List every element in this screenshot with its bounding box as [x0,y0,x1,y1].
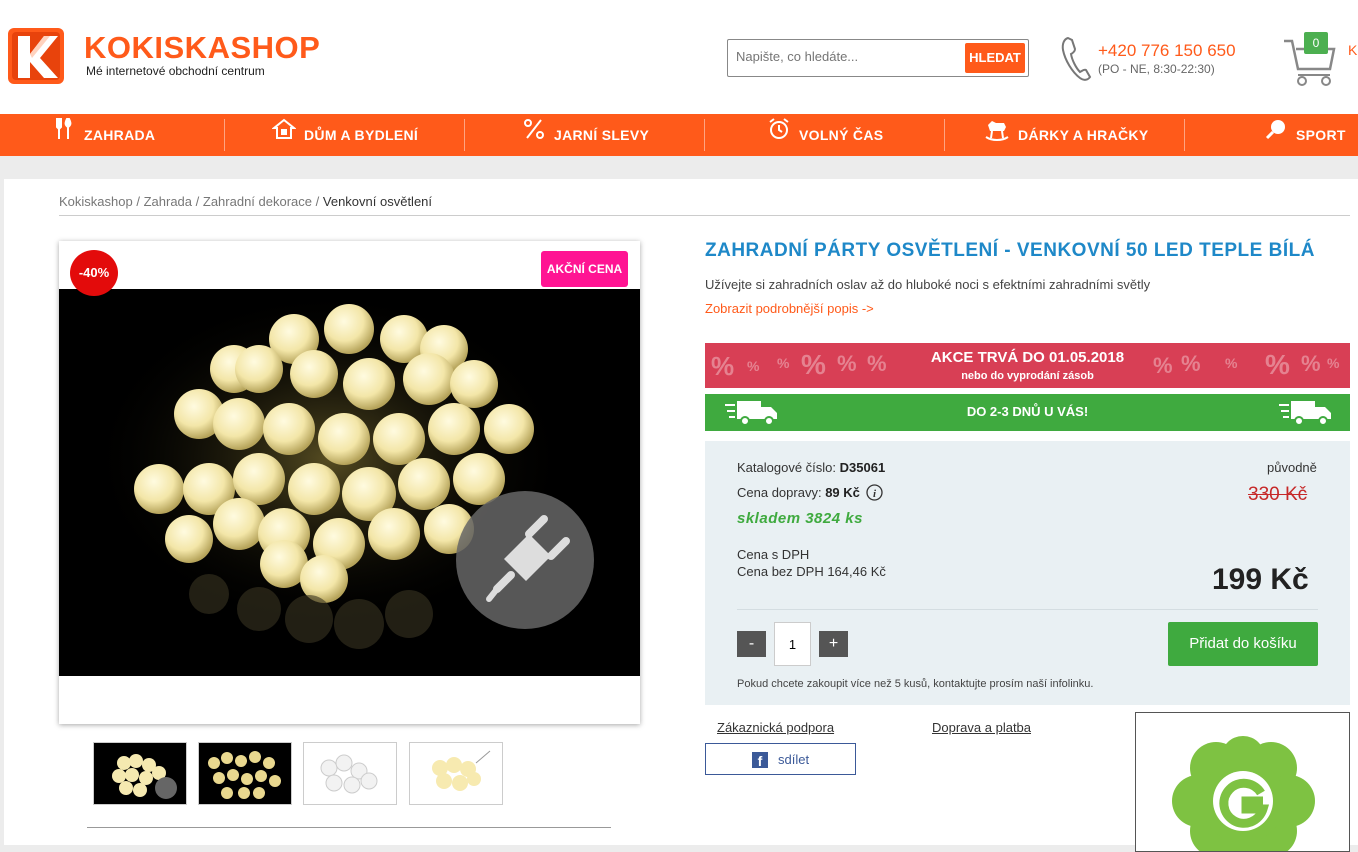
thumbnail[interactable] [93,742,187,805]
catalog-value: D35061 [839,460,886,475]
nav-item-zahrada[interactable]: ZAHRADA [52,114,155,156]
stock-status: skladem 3824 ks [737,510,863,527]
customer-support-link[interactable]: Zákaznická podpora [717,720,834,735]
bulk-order-note: Pokud chcete zakoupit více než 5 kusů, k… [737,678,1094,690]
brand-tagline: Mé internetové obchodní centrum [86,64,265,78]
facebook-share-button[interactable]: f sdílet [705,743,856,775]
breadcrumb-separator: / [195,194,200,209]
truck-icon [1277,399,1333,432]
promo-title: AKCE TRVÁ DO 01.05.2018 [930,349,1125,366]
shipping-payment-link[interactable]: Doprava a platba [932,720,1031,735]
alarm-clock-icon [767,115,791,157]
breadcrumb-link[interactable]: Zahradní dekorace [203,194,312,209]
divider [59,215,1350,216]
search-box: HLEDAT [727,39,1029,77]
garden-tools-icon [52,115,76,157]
product-price: 199 Kč [1212,563,1309,596]
plug-icon [456,491,594,629]
shipping-value: 89 Kč [825,485,860,500]
product-photo[interactable] [59,289,640,676]
nav-divider [224,119,225,151]
nav-divider [1184,119,1185,151]
cart-label[interactable]: K [1348,42,1357,58]
thumbnail[interactable] [409,742,503,805]
nav-item-darky[interactable]: DÁRKY A HRAČKY [984,114,1148,156]
delivery-banner: DO 2-3 DNŮ U VÁS! [705,394,1350,431]
catalog-label: Katalogové číslo: [737,460,837,475]
partner-badge[interactable] [1135,712,1350,852]
discount-badge: -40% [70,250,118,296]
phone-icon [1060,36,1092,87]
info-icon[interactable]: i [866,484,883,506]
add-to-cart-button[interactable]: Přidat do košíku [1168,622,1318,666]
nav-item-sport[interactable]: SPORT [1264,114,1346,156]
phone-number[interactable]: +420 776 150 650 [1098,41,1236,61]
divider [737,609,1318,610]
original-price: 330 Kč [1248,484,1308,505]
breadcrumb-separator: / [136,194,140,209]
nav-label: DŮM A BYDLENÍ [304,127,419,143]
shipping-label: Cena dopravy: [737,485,822,500]
breadcrumb-link[interactable]: Zahrada [144,194,192,209]
nav-divider [704,119,705,151]
product-subtitle: Užívejte si zahradních oslav až do hlubo… [705,277,1151,292]
cart-count-badge[interactable]: 0 [1304,32,1328,54]
share-label: sdílet [778,752,810,767]
original-price-label: původně [1267,460,1317,475]
catalog-number: Katalogové číslo: D35061 [737,460,885,475]
nav-item-dum[interactable]: DŮM A BYDLENÍ [271,114,419,157]
nav-divider [464,119,465,151]
flower-logo-icon [1172,736,1315,851]
facebook-icon: f [752,752,768,769]
search-button[interactable]: HLEDAT [965,43,1025,73]
breadcrumb-current: Venkovní osvětlení [322,194,433,209]
nav-item-slevy[interactable]: JARNÍ SLEVY [522,114,649,156]
quantity-decrease-button[interactable]: - [737,631,766,657]
nav-label: ZAHRADA [84,127,156,143]
product-title: ZAHRADNÍ PÁRTY OSVĚTLENÍ - VENKOVNÍ 50 L… [705,240,1315,261]
breadcrumb: Kokiskashop / Zahrada / Zahradní dekorac… [59,194,432,209]
more-description-link[interactable]: Zobrazit podrobnější popis -> [705,301,874,316]
house-icon [271,115,297,157]
divider [87,827,611,828]
promo-subtitle: nebo do vyprodání zásob [961,370,1094,382]
nav-divider [944,119,945,151]
nav-label: SPORT [1296,127,1346,143]
price-vat-label: Cena s DPH [737,547,810,562]
breadcrumb-separator: / [315,194,320,209]
opening-hours: (PO - NE, 8:30-22:30) [1098,62,1215,76]
delivery-text: DO 2-3 DNŮ U VÁS! [966,404,1089,419]
thumbnail[interactable] [303,742,397,805]
quantity-input[interactable]: 1 [774,622,811,666]
thumbnail[interactable] [198,742,292,805]
search-input[interactable] [736,49,961,64]
logo-icon[interactable] [8,28,64,84]
shipping-price: Cena dopravy: 89 Kč [737,485,860,500]
nav-label: DÁRKY A HRAČKY [1018,127,1149,143]
nav-label: VOLNÝ ČAS [799,127,884,143]
rocking-horse-icon [984,115,1010,157]
ping-pong-icon [1264,115,1288,157]
nav-item-volny-cas[interactable]: VOLNÝ ČAS [767,114,883,156]
nav-label: JARNÍ SLEVY [554,127,650,143]
promo-badge: AKČNÍ CENA [541,251,628,287]
brand-name[interactable]: KOKISKASHOP [84,30,320,66]
breadcrumb-link[interactable]: Kokiskashop [59,194,133,209]
svg-text:i: i [873,488,877,500]
main-nav: ZAHRADA DŮM A BYDLENÍ JARNÍ SLEVY VOLNÝ … [0,114,1358,156]
quantity-increase-button[interactable]: + [819,631,848,657]
price-novat-label: Cena bez DPH 164,46 Kč [737,564,886,579]
percent-icon [522,115,546,157]
promo-banner: % % % % % % % % % % % % AKCE TRVÁ DO 01.… [705,343,1350,388]
